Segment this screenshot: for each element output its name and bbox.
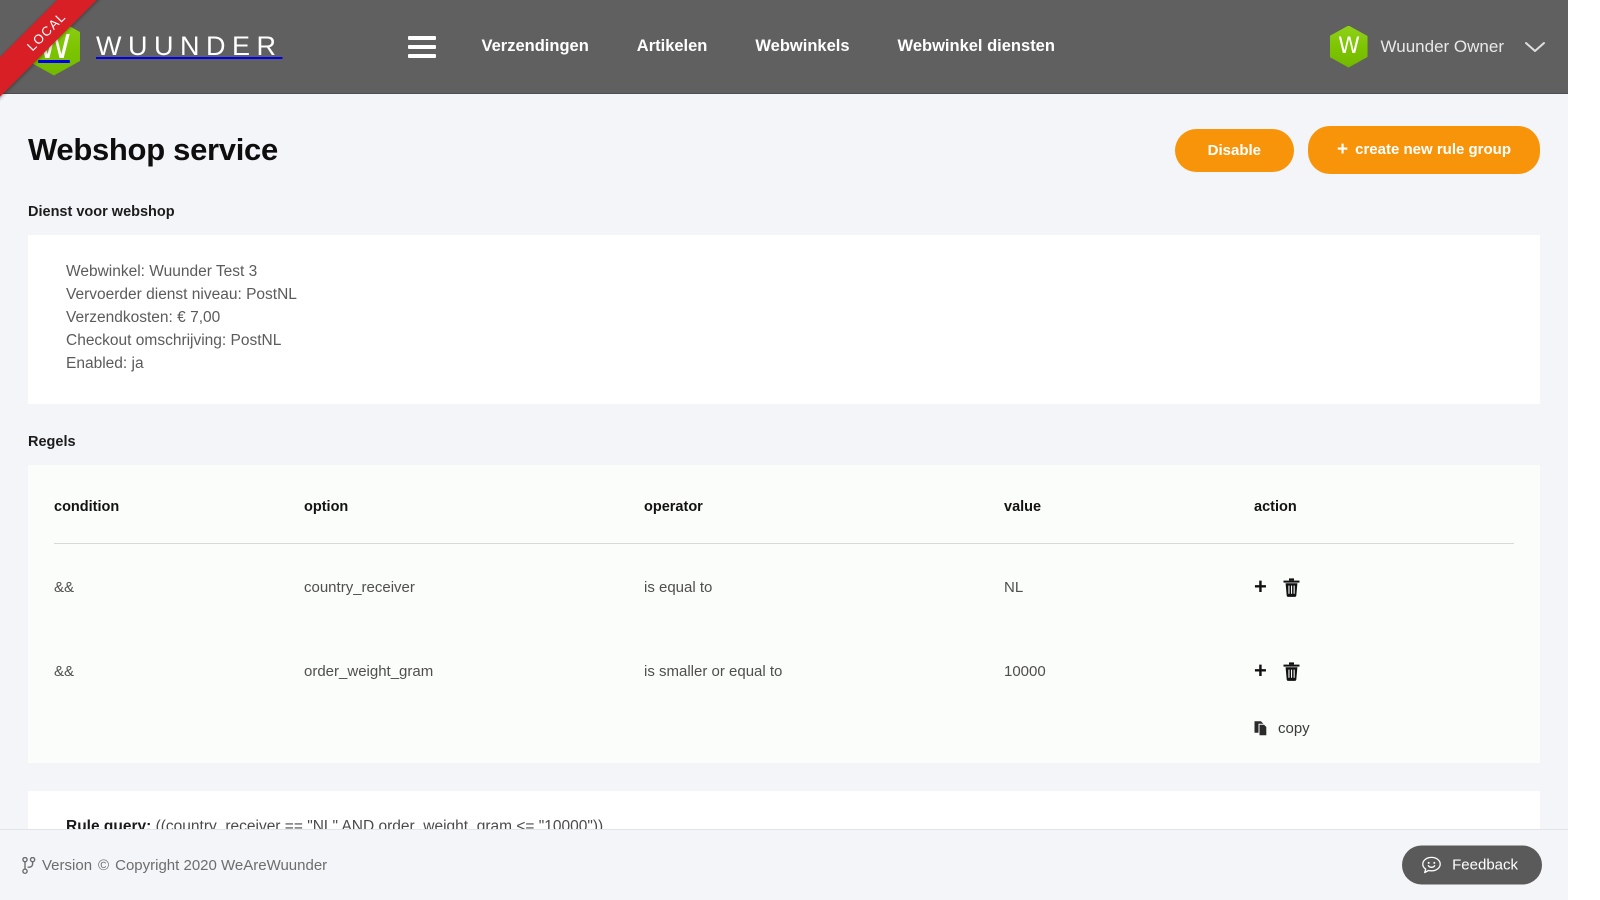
rule-option: order_weight_gram [304, 662, 434, 680]
delete-rule-button[interactable] [1283, 662, 1300, 681]
trash-icon [1283, 662, 1300, 681]
rule-option: country_receiver [304, 578, 415, 596]
column-header-condition: condition [54, 465, 304, 545]
page-footer: Version © Copyright 2020 WeAreWuunder Fe… [0, 830, 1568, 900]
plus-icon: + [1254, 658, 1267, 684]
plus-icon: + [1254, 574, 1267, 600]
add-rule-button[interactable]: + [1254, 576, 1267, 598]
add-rule-button[interactable]: + [1254, 660, 1267, 682]
disable-button[interactable]: Disable [1174, 128, 1295, 172]
service-line-checkout-description: Checkout omschrijving: PostNL [66, 332, 282, 350]
rule-actions: + [1254, 544, 1514, 629]
rules-section-heading: Regels [28, 434, 76, 451]
chat-smiley-icon [1422, 856, 1441, 874]
rule-condition: && [54, 578, 75, 596]
rule-value: NL [1004, 578, 1024, 596]
rules-table-head: condition option operator value action [54, 465, 1514, 545]
user-name: Wuunder Owner [1380, 36, 1504, 56]
column-header-operator: operator [644, 465, 1004, 545]
page-action-buttons: Disable + create new rule group [1174, 126, 1540, 174]
scrollbar-track[interactable] [1568, 0, 1600, 900]
version-label: Version [42, 856, 93, 874]
footer-copyright: Version © Copyright 2020 WeAreWuunder [22, 856, 328, 874]
vertical-scrollbar[interactable] [1568, 0, 1600, 900]
nav-item-webwinkel-diensten[interactable]: Webwinkel diensten [898, 37, 1055, 56]
trash-icon [1283, 578, 1300, 597]
column-header-action: action [1254, 465, 1514, 545]
service-line-shipping-cost: Verzendkosten: € 7,00 [66, 309, 221, 327]
table-row: && order_weight_gram is smaller or equal… [54, 628, 1514, 712]
main-navigation: Verzendingen Artikelen Webwinkels Webwin… [482, 37, 1103, 56]
user-menu[interactable]: W Wuunder Owner [1329, 25, 1546, 68]
nav-item-verzendingen[interactable]: Verzendingen [482, 37, 589, 56]
avatar: W [1329, 25, 1368, 68]
hamburger-icon[interactable] [407, 35, 436, 58]
git-branch-icon [22, 856, 36, 874]
rule-value: 10000 [1004, 662, 1046, 680]
feedback-label: Feedback [1452, 856, 1518, 874]
delete-rule-button[interactable] [1283, 578, 1300, 597]
copyright-symbol: © [98, 856, 110, 874]
rule-operator: is smaller or equal to [644, 662, 783, 680]
service-line-enabled: Enabled: ja [66, 355, 144, 373]
service-section-heading: Dienst voor webshop [28, 204, 175, 220]
service-details-card: Webwinkel: Wuunder Test 3 Vervoerder die… [28, 235, 1540, 405]
top-navigation-bar: LOCAL W WUUNDER Verzendingen Artikelen W… [0, 0, 1568, 105]
rule-actions: + [1254, 628, 1514, 712]
plus-icon: + [1337, 139, 1349, 160]
service-line-webwinkel: Webwinkel: Wuunder Test 3 [66, 263, 258, 280]
rules-card: condition option operator value action &… [28, 465, 1540, 764]
rule-operator: is equal to [644, 578, 713, 596]
hamburger-bar [407, 44, 436, 49]
copy-label: copy [1278, 720, 1310, 738]
app-viewport: LOCAL W WUUNDER Verzendingen Artikelen W… [0, 0, 1600, 900]
column-header-value: value [1004, 465, 1254, 545]
chevron-down-icon[interactable] [1524, 40, 1546, 54]
copy-rule-button[interactable]: copy [1254, 720, 1310, 737]
page-header-row: Webshop service Disable + create new rule… [28, 94, 1540, 174]
copyright-text: Copyright 2020 WeAreWuunder [115, 856, 328, 874]
create-new-rule-group-button[interactable]: + create new rule group [1308, 126, 1540, 174]
avatar-initial: W [1338, 33, 1360, 59]
rules-table: condition option operator value action &… [54, 465, 1514, 712]
brand-name: WUUNDER [96, 31, 283, 61]
copy-rule-row: copy [54, 720, 1514, 737]
table-row: && country_receiver is equal to NL + [54, 544, 1514, 629]
feedback-button[interactable]: Feedback [1402, 845, 1542, 885]
main-content: Webshop service Disable + create new rule… [0, 94, 1568, 867]
rules-table-body: && country_receiver is equal to NL + && … [54, 544, 1514, 713]
page-title: Webshop service [28, 132, 278, 167]
page-content: LOCAL W WUUNDER Verzendingen Artikelen W… [0, 0, 1568, 900]
hamburger-bar [407, 35, 436, 40]
copy-icon [1254, 720, 1270, 737]
service-line-carrier-level: Vervoerder dienst niveau: PostNL [66, 286, 297, 304]
hamburger-bar [407, 53, 436, 58]
column-header-option: option [304, 465, 644, 545]
rule-condition: && [54, 662, 75, 680]
table-header-row: condition option operator value action [54, 465, 1514, 545]
nav-item-artikelen[interactable]: Artikelen [637, 37, 708, 56]
create-new-rule-group-label: create new rule group [1355, 141, 1511, 158]
nav-item-webwinkels[interactable]: Webwinkels [755, 37, 849, 56]
